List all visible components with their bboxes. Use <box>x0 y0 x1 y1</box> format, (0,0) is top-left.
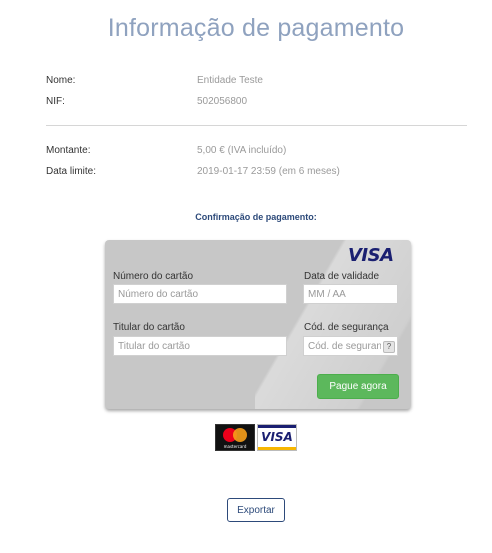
deadline-value: 2019-01-17 23:59 (em 6 meses) <box>197 166 340 177</box>
holder-input[interactable] <box>113 336 287 356</box>
amount-label: Montante: <box>46 145 91 156</box>
nif-label: NIF: <box>46 96 65 107</box>
divider <box>46 125 467 126</box>
export-button[interactable]: Exportar <box>227 498 285 522</box>
visa-card-logo: VISA <box>257 424 297 451</box>
visa-wordmark: VISA <box>261 430 293 444</box>
visa-blue-band <box>258 425 296 428</box>
deadline-label: Data limite: <box>46 166 97 177</box>
visa-logo: VISA <box>348 245 394 266</box>
card-number-label: Número do cartão <box>113 271 194 282</box>
pay-now-button[interactable]: Pague agora <box>317 374 399 399</box>
visa-gold-band <box>258 447 296 450</box>
cvv-help-icon[interactable]: ? <box>383 341 395 353</box>
page-title: Informação de pagamento <box>107 14 405 42</box>
card-payment-form: VISA Número do cartão Data de validade T… <box>105 240 411 409</box>
amount-value: 5,00 € (IVA incluído) <box>197 145 287 156</box>
nif-value: 502056800 <box>197 96 248 107</box>
card-number-input[interactable] <box>113 284 287 304</box>
name-value: Entidade Teste <box>197 75 263 86</box>
name-label: Nome: <box>46 75 76 86</box>
confirmation-heading: Confirmação de pagamento: <box>195 212 317 222</box>
mastercard-orange-circle <box>233 428 247 442</box>
expiry-input[interactable] <box>303 284 398 304</box>
holder-label: Titular do cartão <box>113 322 185 333</box>
expiry-label: Data de validade <box>304 271 380 282</box>
mastercard-wordmark: mastercard <box>223 444 247 449</box>
mastercard-logo: mastercard <box>215 424 255 451</box>
cvv-label: Cód. de segurança <box>304 322 389 333</box>
